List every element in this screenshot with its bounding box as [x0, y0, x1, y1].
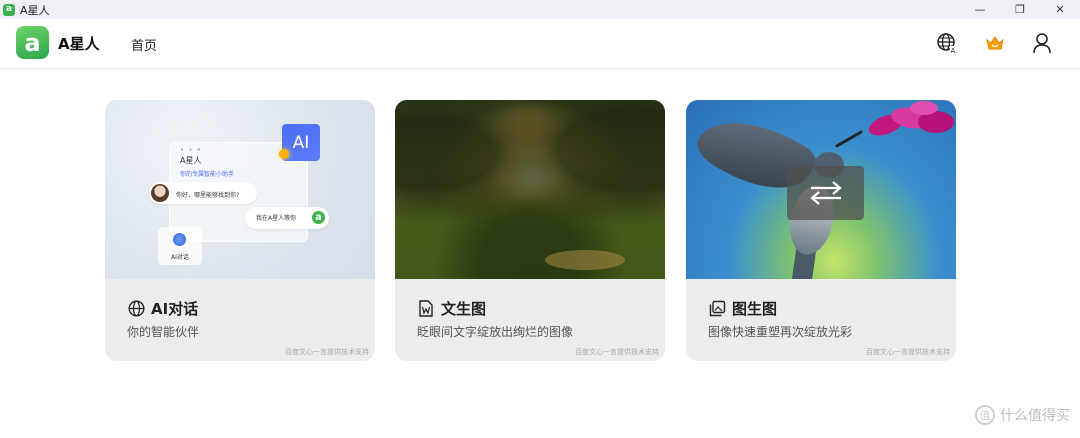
card-text-to-image[interactable]: 文生图 眨眼间文字绽放出绚烂的图像 百度文心一言提供技术支持 — [395, 100, 665, 361]
globe-icon — [127, 300, 145, 318]
assistant-description: 你的专属智能小助手 — [180, 171, 235, 178]
card-ai-chat[interactable]: • • • A星人 你的专属智能小助手 AI 你好，哪里能够找到你? 我在A星人… — [105, 100, 375, 361]
bot-avatar: a — [310, 209, 327, 226]
ai-chat-illustration: • • • A星人 你的专属智能小助手 AI 你好，哪里能够找到你? 我在A星人… — [105, 100, 375, 279]
assistant-name: A星人 — [180, 156, 202, 165]
hummingbird-image — [686, 100, 956, 279]
forest-foliage — [395, 100, 665, 279]
window-titlebar: a A星人 — ❐ ✕ — [0, 0, 1080, 19]
window-dots: • • • — [180, 146, 202, 154]
swap-icon — [787, 166, 864, 220]
watermark-text: 什么值得买 — [1000, 408, 1070, 424]
user-icon[interactable] — [1030, 31, 1054, 55]
watermark-logo-icon: 值 — [975, 405, 995, 425]
card-subtitle: 你的智能伙伴 — [127, 325, 200, 339]
card-footer: 百度文心一言提供技术支持 — [575, 348, 659, 356]
watermark: 值 什么值得买 — [975, 405, 1070, 425]
bot-message: 我在A星人等你 — [256, 215, 297, 222]
nav-home-link[interactable]: 首页 — [131, 35, 157, 54]
document-w-icon — [417, 300, 435, 318]
card-footer: 百度文心一言提供技术支持 — [866, 348, 950, 356]
minimize-button[interactable]: — — [960, 0, 1000, 19]
card-title: AI对话 — [127, 298, 198, 319]
svg-text:A: A — [951, 47, 956, 54]
flower-shape — [868, 101, 954, 136]
card-title-text: 图生图 — [732, 300, 778, 318]
card-title: 文生图 — [417, 298, 486, 319]
forest-image — [395, 100, 665, 279]
mini-card-label: AI对话 — [171, 254, 189, 261]
card-image-to-image[interactable]: 图生图 图像快速重塑再次绽放光彩 百度文心一言提供技术支持 — [686, 100, 956, 361]
image-copy-icon — [708, 300, 726, 318]
card-subtitle: 图像快速重塑再次绽放光彩 — [708, 325, 853, 339]
close-button[interactable]: ✕ — [1040, 0, 1080, 19]
card-subtitle: 眨眼间文字绽放出绚烂的图像 — [417, 325, 574, 339]
card-title-text: 文生图 — [441, 300, 487, 318]
globe-language-icon[interactable]: A — [935, 31, 959, 55]
app-name: A星人 — [58, 35, 100, 53]
window-title: A星人 — [20, 3, 50, 17]
app-logo-icon[interactable]: a — [16, 26, 49, 59]
app-header: a A星人 首页 A — [0, 19, 1080, 69]
card-title: 图生图 — [708, 298, 777, 319]
crown-icon[interactable] — [983, 31, 1007, 55]
app-small-logo-icon: a — [3, 3, 15, 16]
window-controls: — ❐ ✕ — [960, 0, 1080, 19]
user-message: 你好，哪里能够找到你? — [176, 192, 240, 199]
card-footer: 百度文心一言提供技术支持 — [285, 348, 369, 356]
restore-button[interactable]: ❐ — [1000, 0, 1040, 19]
card-title-text: AI对话 — [151, 300, 199, 318]
glow-dot — [279, 149, 289, 159]
forest-path — [545, 250, 625, 270]
planet-icon — [173, 233, 186, 246]
user-avatar — [151, 184, 169, 202]
